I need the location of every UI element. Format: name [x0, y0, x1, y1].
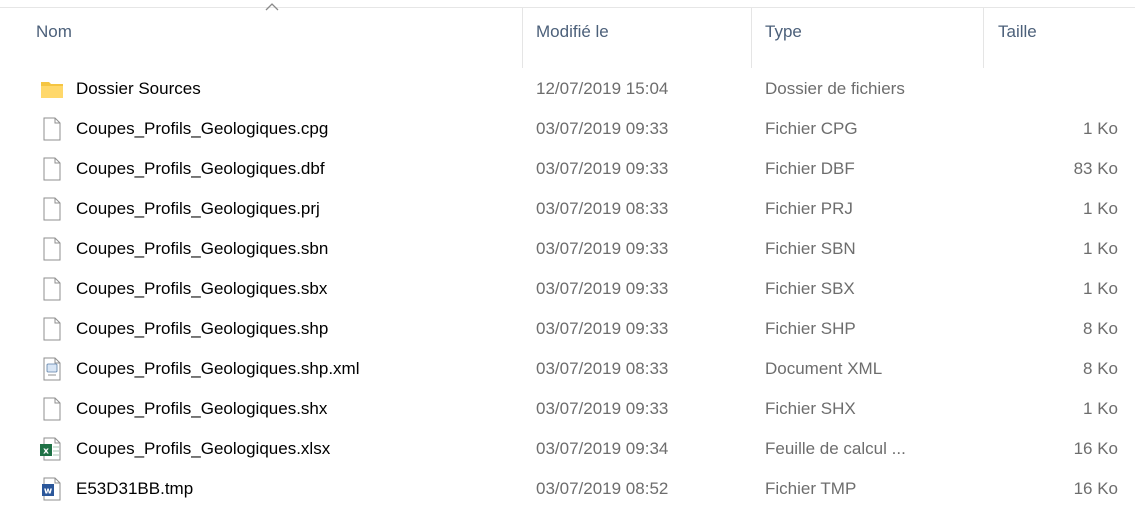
file-size: 1 Ko — [1083, 239, 1118, 258]
file-type: Fichier SHX — [765, 399, 856, 418]
column-separator[interactable] — [751, 8, 752, 68]
file-modified: 03/07/2019 09:33 — [536, 239, 669, 258]
word-file-icon: w — [38, 475, 66, 503]
file-type: Dossier de fichiers — [765, 79, 905, 98]
file-name: Coupes_Profils_Geologiques.sbn — [76, 239, 329, 258]
file-row[interactable]: x Coupes_Profils_Geologiques.xlsx 03/07/20… — [0, 429, 1135, 469]
svg-text:w: w — [44, 487, 52, 497]
excel-file-icon: x — [38, 435, 66, 463]
file-modified: 03/07/2019 09:33 — [536, 159, 669, 178]
file-name: Coupes_Profils_Geologiques.sbx — [76, 279, 328, 298]
file-size: 16 Ko — [1073, 479, 1118, 498]
file-row[interactable]: Coupes_Profils_Geologiques.dbf 03/07/2019… — [0, 149, 1135, 189]
file-icon — [38, 235, 66, 263]
file-name: Dossier Sources — [76, 79, 201, 98]
file-type: Fichier SBN — [765, 239, 856, 258]
file-modified: 03/07/2019 09:34 — [536, 439, 669, 458]
file-name: Coupes_Profils_Geologiques.prj — [76, 199, 320, 218]
file-type: Feuille de calcul ... — [765, 439, 906, 458]
file-modified: 03/07/2019 09:33 — [536, 279, 669, 298]
file-type: Document XML — [765, 359, 883, 378]
column-separator[interactable] — [522, 8, 523, 68]
file-modified: 03/07/2019 09:33 — [536, 399, 669, 418]
column-header-type[interactable]: Type — [765, 22, 802, 42]
file-name: Coupes_Profils_Geologiques.shp — [76, 319, 329, 338]
file-type: Fichier PRJ — [765, 199, 853, 218]
column-header-modified[interactable]: Modifié le — [536, 22, 609, 42]
file-size: 16 Ko — [1073, 439, 1118, 458]
file-icon — [38, 275, 66, 303]
file-modified: 03/07/2019 08:33 — [536, 199, 669, 218]
file-modified: 03/07/2019 09:33 — [536, 119, 669, 138]
file-row[interactable]: Coupes_Profils_Geologiques.sbx 03/07/2019… — [0, 269, 1135, 309]
file-type: Fichier CPG — [765, 119, 858, 138]
column-header-size[interactable]: Taille — [998, 22, 1037, 42]
file-type: Fichier DBF — [765, 159, 855, 178]
file-size: 8 Ko — [1083, 319, 1118, 338]
file-modified: 03/07/2019 08:33 — [536, 359, 669, 378]
folder-icon — [38, 75, 66, 103]
file-icon — [38, 395, 66, 423]
file-name: E53D31BB.tmp — [76, 479, 194, 498]
file-type: Fichier SHP — [765, 319, 856, 338]
file-icon — [38, 315, 66, 343]
file-size: 1 Ko — [1083, 279, 1118, 298]
file-size: 1 Ko — [1083, 119, 1118, 138]
column-separator[interactable] — [983, 8, 984, 68]
file-name: Coupes_Profils_Geologiques.dbf — [76, 159, 325, 178]
xml-file-icon — [38, 355, 66, 383]
file-name: Coupes_Profils_Geologiques.cpg — [76, 119, 329, 138]
file-row[interactable]: Coupes_Profils_Geologiques.prj 03/07/2019… — [0, 189, 1135, 229]
file-name: Coupes_Profils_Geologiques.shp.xml — [76, 359, 360, 378]
file-name: Coupes_Profils_Geologiques.shx — [76, 399, 328, 418]
file-row[interactable]: Coupes_Profils_Geologiques.shp 03/07/2019… — [0, 309, 1135, 349]
file-size: 1 Ko — [1083, 399, 1118, 418]
file-row[interactable]: Coupes_Profils_Geologiques.shp.xml 03/07/… — [0, 349, 1135, 389]
file-modified: 12/07/2019 15:04 — [536, 79, 669, 98]
file-icon — [38, 195, 66, 223]
file-row[interactable]: Coupes_Profils_Geologiques.cpg 03/07/2019… — [0, 109, 1135, 149]
column-header-name[interactable]: Nom — [36, 22, 72, 42]
file-row[interactable]: Coupes_Profils_Geologiques.shx 03/07/2019… — [0, 389, 1135, 429]
file-size: 1 Ko — [1083, 199, 1118, 218]
column-header-bar: Nom Modifié le Type Taille — [0, 0, 1135, 68]
header-top-border — [0, 7, 1135, 8]
file-type: Fichier SBX — [765, 279, 855, 298]
sort-ascending-icon[interactable] — [264, 0, 280, 12]
svg-text:x: x — [43, 447, 49, 457]
file-row[interactable]: Dossier Sources 12/07/2019 15:04 Dossier d… — [0, 69, 1135, 109]
file-type: Fichier TMP — [765, 479, 857, 498]
file-name: Coupes_Profils_Geologiques.xlsx — [76, 439, 331, 458]
file-modified: 03/07/2019 09:33 — [536, 319, 669, 338]
file-modified: 03/07/2019 08:52 — [536, 479, 669, 498]
file-icon — [38, 115, 66, 143]
file-row[interactable]: w E53D31BB.tmp 03/07/2019 08:52 Fichier TMP… — [0, 469, 1135, 509]
file-row[interactable]: Coupes_Profils_Geologiques.sbn 03/07/2019… — [0, 229, 1135, 269]
file-icon — [38, 155, 66, 183]
file-size: 83 Ko — [1073, 159, 1118, 178]
file-size: 8 Ko — [1083, 359, 1118, 378]
